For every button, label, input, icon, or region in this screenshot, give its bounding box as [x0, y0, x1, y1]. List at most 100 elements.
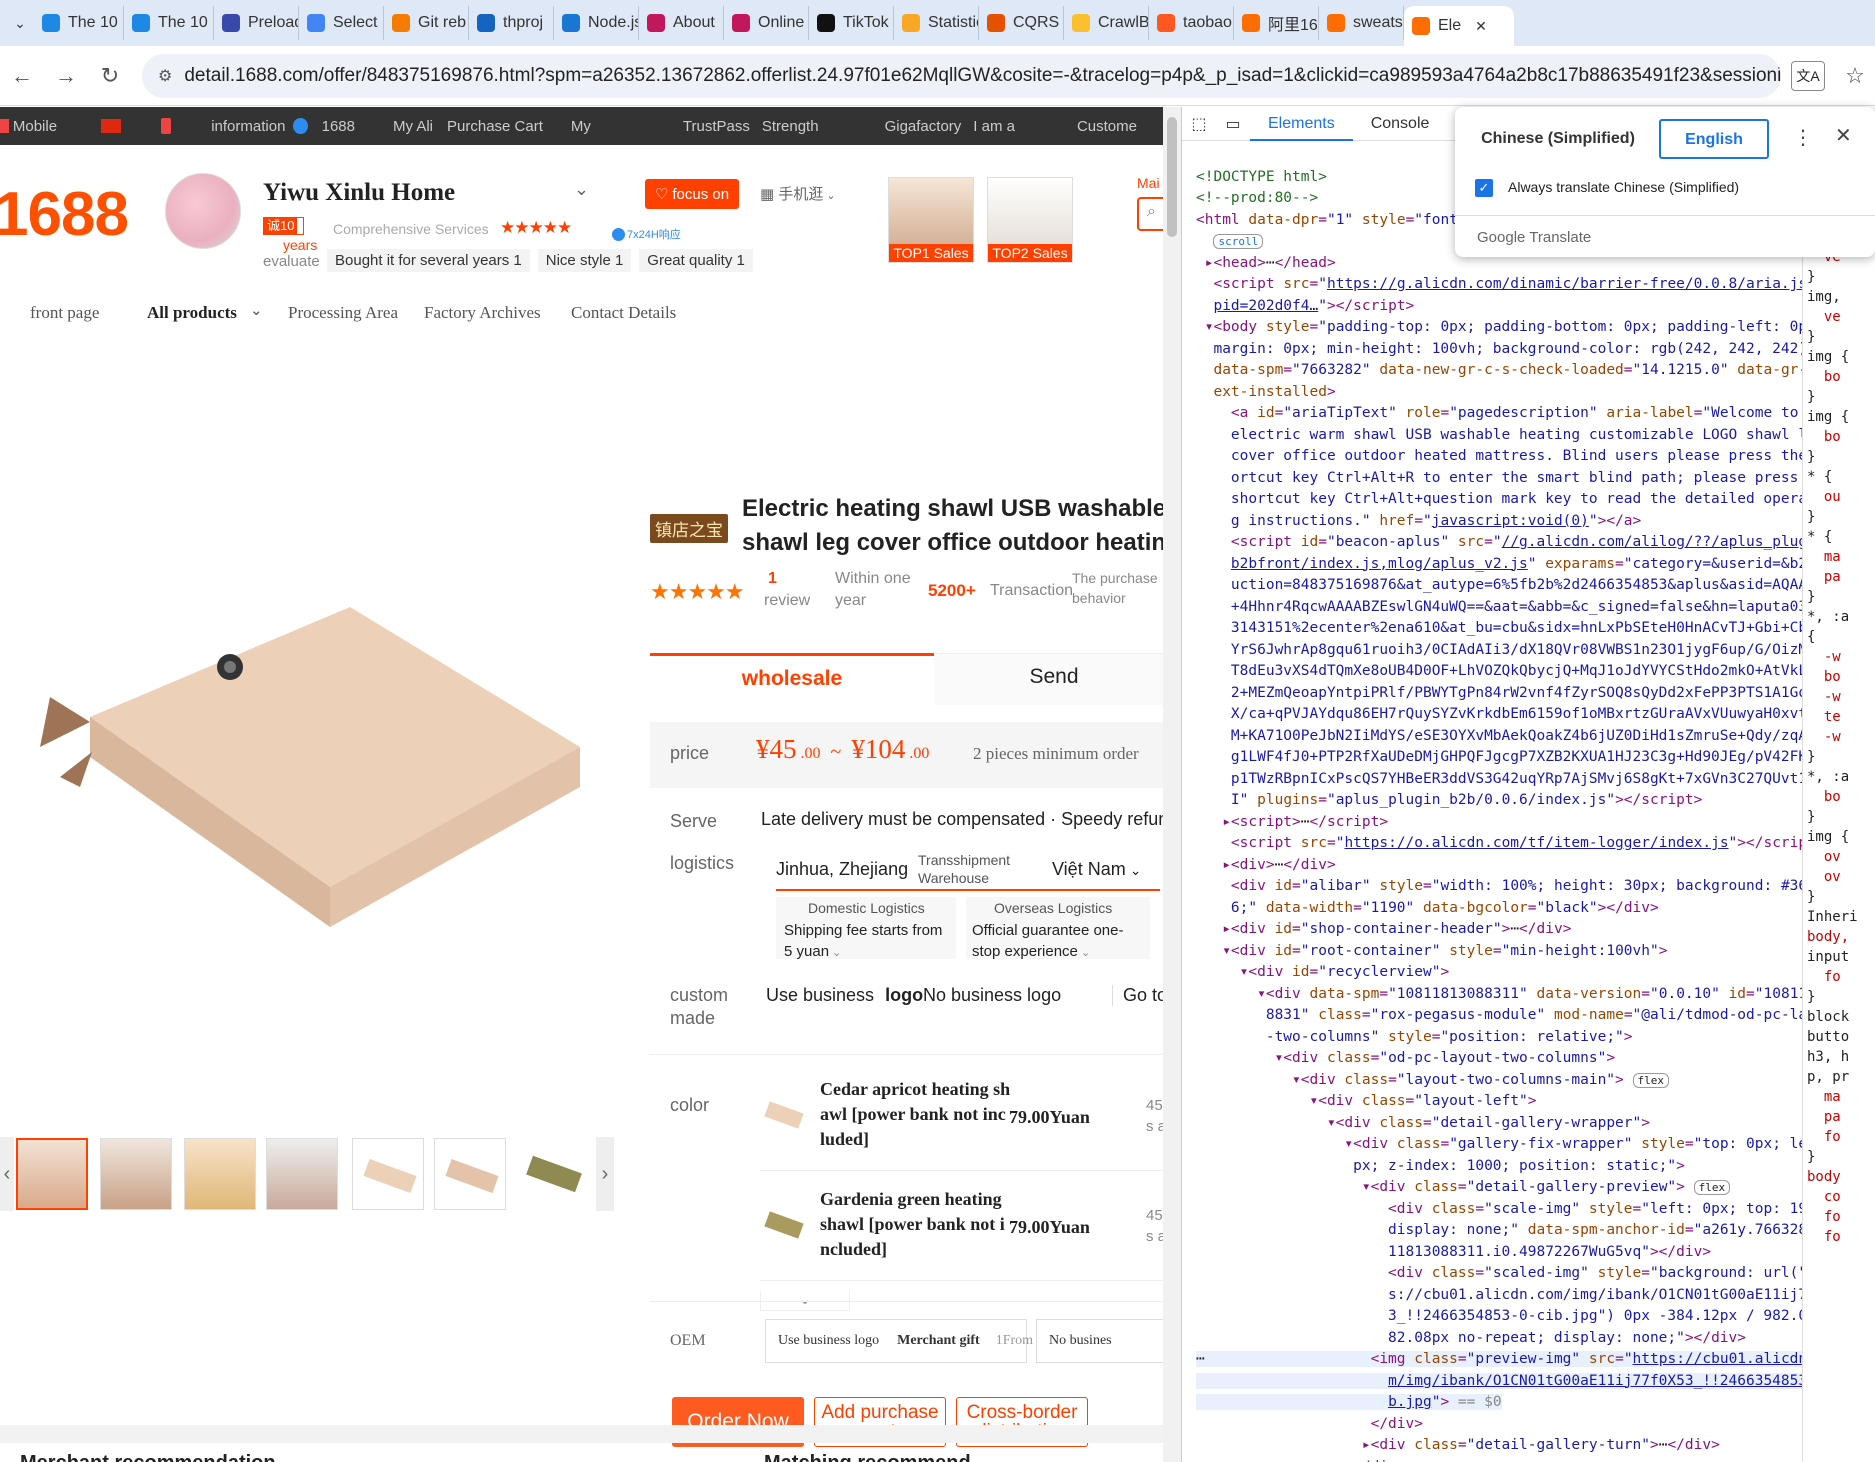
browser-tab[interactable]: sweats	[1319, 6, 1404, 40]
browser-tab[interactable]: The 10	[34, 6, 124, 40]
topnav-item[interactable]: Mobile	[13, 118, 57, 135]
browser-tab[interactable]: CrawlB	[1064, 6, 1149, 40]
variant-row[interactable]: Gardenia green heating shawl [power bank…	[760, 1177, 1163, 1281]
shop-nav-front-page[interactable]: front page	[30, 303, 99, 323]
shop-nav-all-products[interactable]: All products	[147, 303, 237, 323]
follow-button[interactable]: ♡ focus on	[645, 179, 739, 209]
dom-line: X/ca+qPVJAYdqu86EH7rQuySYZvKrkdbEm6159of…	[1196, 706, 1802, 722]
close-tab-icon[interactable]: ✕	[1475, 18, 1487, 35]
variant-name-line: luded]	[820, 1129, 870, 1149]
destination-select[interactable]: Việt Nam ⌄	[1052, 859, 1141, 880]
topnav-item[interactable]: Custome	[1077, 118, 1137, 135]
variant-row[interactable]: Cedar apricot heating sh awl [power bank…	[760, 1067, 1163, 1171]
device-toggle-icon[interactable]: ▭	[1216, 114, 1250, 134]
tab-label: The 10	[158, 14, 208, 31]
browser-tab[interactable]: TikTok	[809, 6, 894, 40]
reload-icon[interactable]: ↻	[88, 63, 132, 89]
topnav-item[interactable]: TrustPass	[683, 118, 750, 135]
topnav-item[interactable]: Gigafactory	[885, 118, 962, 135]
back-icon[interactable]: ←	[0, 63, 44, 89]
dom-line: ▾<div class="layout-two-columns-main"> f…	[1196, 1072, 1670, 1088]
chevron-down-icon[interactable]: ⌄	[574, 179, 589, 200]
thumbnail[interactable]	[16, 1138, 88, 1210]
review-label[interactable]: review	[764, 592, 810, 610]
topnav-item[interactable]: My	[571, 118, 591, 135]
response-label: 7x24H响应	[627, 229, 681, 241]
lang-source-option[interactable]: Chinese (Simplified)	[1469, 119, 1647, 159]
topnav-item[interactable]: information	[211, 118, 285, 135]
forward-icon[interactable]: →	[44, 63, 88, 89]
shop-nav-contact-details[interactable]: Contact Details	[571, 303, 676, 323]
topnav-item[interactable]: Purchase Cart	[447, 118, 543, 135]
custom-goto-link[interactable]: Go to	[1112, 985, 1163, 1006]
browser-tab[interactable]: Preload	[214, 6, 299, 40]
topnav-item[interactable]: 1688	[322, 118, 355, 135]
browser-tab[interactable]: taobao	[1149, 6, 1234, 40]
thumbnail[interactable]	[184, 1138, 256, 1210]
thumbnail[interactable]	[100, 1138, 172, 1210]
browser-tab[interactable]: CQRS	[979, 6, 1064, 40]
tab-wholesale[interactable]: wholesale	[650, 653, 934, 705]
browser-tab[interactable]: Statistic	[894, 6, 979, 40]
review-count[interactable]: 1	[768, 570, 777, 588]
dom-tree[interactable]: <!DOCTYPE html> <!--prod:80--> <html dat…	[1182, 141, 1802, 1462]
thumbnail[interactable]	[434, 1138, 506, 1210]
browser-tab[interactable]: Online	[724, 6, 809, 40]
browser-tab[interactable]: Node.js	[554, 6, 639, 40]
product-main-image[interactable]	[20, 587, 600, 947]
page-scrollbar[interactable]	[1163, 107, 1181, 1462]
page-scrollbar-thumb[interactable]	[1167, 117, 1177, 237]
browser-tab[interactable]: About	[639, 6, 724, 40]
shop-search-input[interactable]: ⌕	[1137, 197, 1163, 231]
custom-option-no-logo[interactable]: No business logo	[923, 985, 1061, 1006]
site-logo[interactable]: 1688	[0, 179, 129, 250]
url-field[interactable]: ⚙ detail.1688.com/offer/848375169876.htm…	[142, 53, 1781, 98]
oem-option-no-logo[interactable]: No busines	[1036, 1319, 1163, 1363]
browser-tab[interactable]: The 10	[124, 6, 214, 40]
close-icon[interactable]: ✕	[1835, 123, 1852, 148]
price-label: price	[670, 743, 710, 763]
topnav-item[interactable]: Strength	[762, 118, 819, 135]
bookmark-star-icon[interactable]: ☆	[1835, 63, 1875, 89]
topnav-item[interactable]: I am a	[973, 118, 1015, 135]
tab-console[interactable]: Console	[1353, 107, 1448, 141]
thumb-next-arrow[interactable]: ›	[596, 1137, 614, 1211]
browser-tab[interactable]: Ele ✕	[1404, 6, 1514, 46]
thumbnail[interactable]	[352, 1138, 424, 1210]
shop-nav-factory-archives[interactable]: Factory Archives	[424, 303, 541, 323]
tab-elements[interactable]: Elements	[1250, 107, 1353, 141]
domestic-text[interactable]: 5 yuan ⌄	[784, 943, 841, 960]
browser-tab[interactable]: 阿里16	[1234, 6, 1319, 40]
logistics-route-line	[776, 889, 1160, 891]
thumbnail[interactable]	[266, 1138, 338, 1210]
shop-nav-processing-area[interactable]: Processing Area	[288, 303, 398, 323]
top-product-card[interactable]: TOP1 Sales	[888, 177, 974, 263]
always-translate-checkbox[interactable]: ✓	[1475, 179, 1493, 197]
inspect-element-icon[interactable]: ⬚	[1182, 114, 1216, 134]
browser-tab[interactable]: Git reb	[384, 6, 469, 40]
custom-option-logo[interactable]: Use business logo	[766, 985, 923, 1006]
tab-list-dropdown-icon[interactable]: ⌄	[6, 15, 34, 32]
tab-label: CrawlB	[1098, 14, 1149, 31]
oem-option-logo[interactable]: Use business logo Merchant gift 1From	[765, 1319, 1033, 1363]
tab-send[interactable]: Send	[934, 653, 1163, 705]
shop-name[interactable]: Yiwu Xinlu Home	[263, 179, 455, 207]
overseas-text[interactable]: stop experience ⌄	[972, 943, 1090, 960]
more-options-icon[interactable]: ⋮	[1793, 125, 1813, 150]
browser-tab[interactable]: Select	[299, 6, 384, 40]
translate-icon[interactable]: 文A	[1791, 60, 1825, 91]
shop-avatar[interactable]	[165, 173, 241, 249]
top-product-card[interactable]: TOP2 Sales	[987, 177, 1073, 263]
always-translate-label[interactable]: Always translate Chinese (Simplified)	[1508, 179, 1739, 195]
thumbnail[interactable]	[518, 1138, 590, 1210]
thumb-prev-arrow[interactable]: ‹	[0, 1137, 14, 1211]
browser-tab[interactable]: thproj	[469, 6, 554, 40]
mobile-browse[interactable]: ▦ 手机逛 ⌄	[760, 183, 836, 204]
chevron-down-icon[interactable]: ⌄	[250, 301, 263, 320]
topnav-item[interactable]: My Ali	[393, 118, 433, 135]
style-rule-line: -w	[1807, 689, 1841, 705]
styles-pane[interactable]: .detawrapp{ ma ma ve}img, ve}img { bo}im…	[1802, 141, 1875, 1462]
lang-target-option[interactable]: English	[1659, 119, 1769, 159]
chat-icon[interactable]	[293, 118, 308, 134]
site-settings-icon[interactable]: ⚙	[158, 66, 172, 86]
